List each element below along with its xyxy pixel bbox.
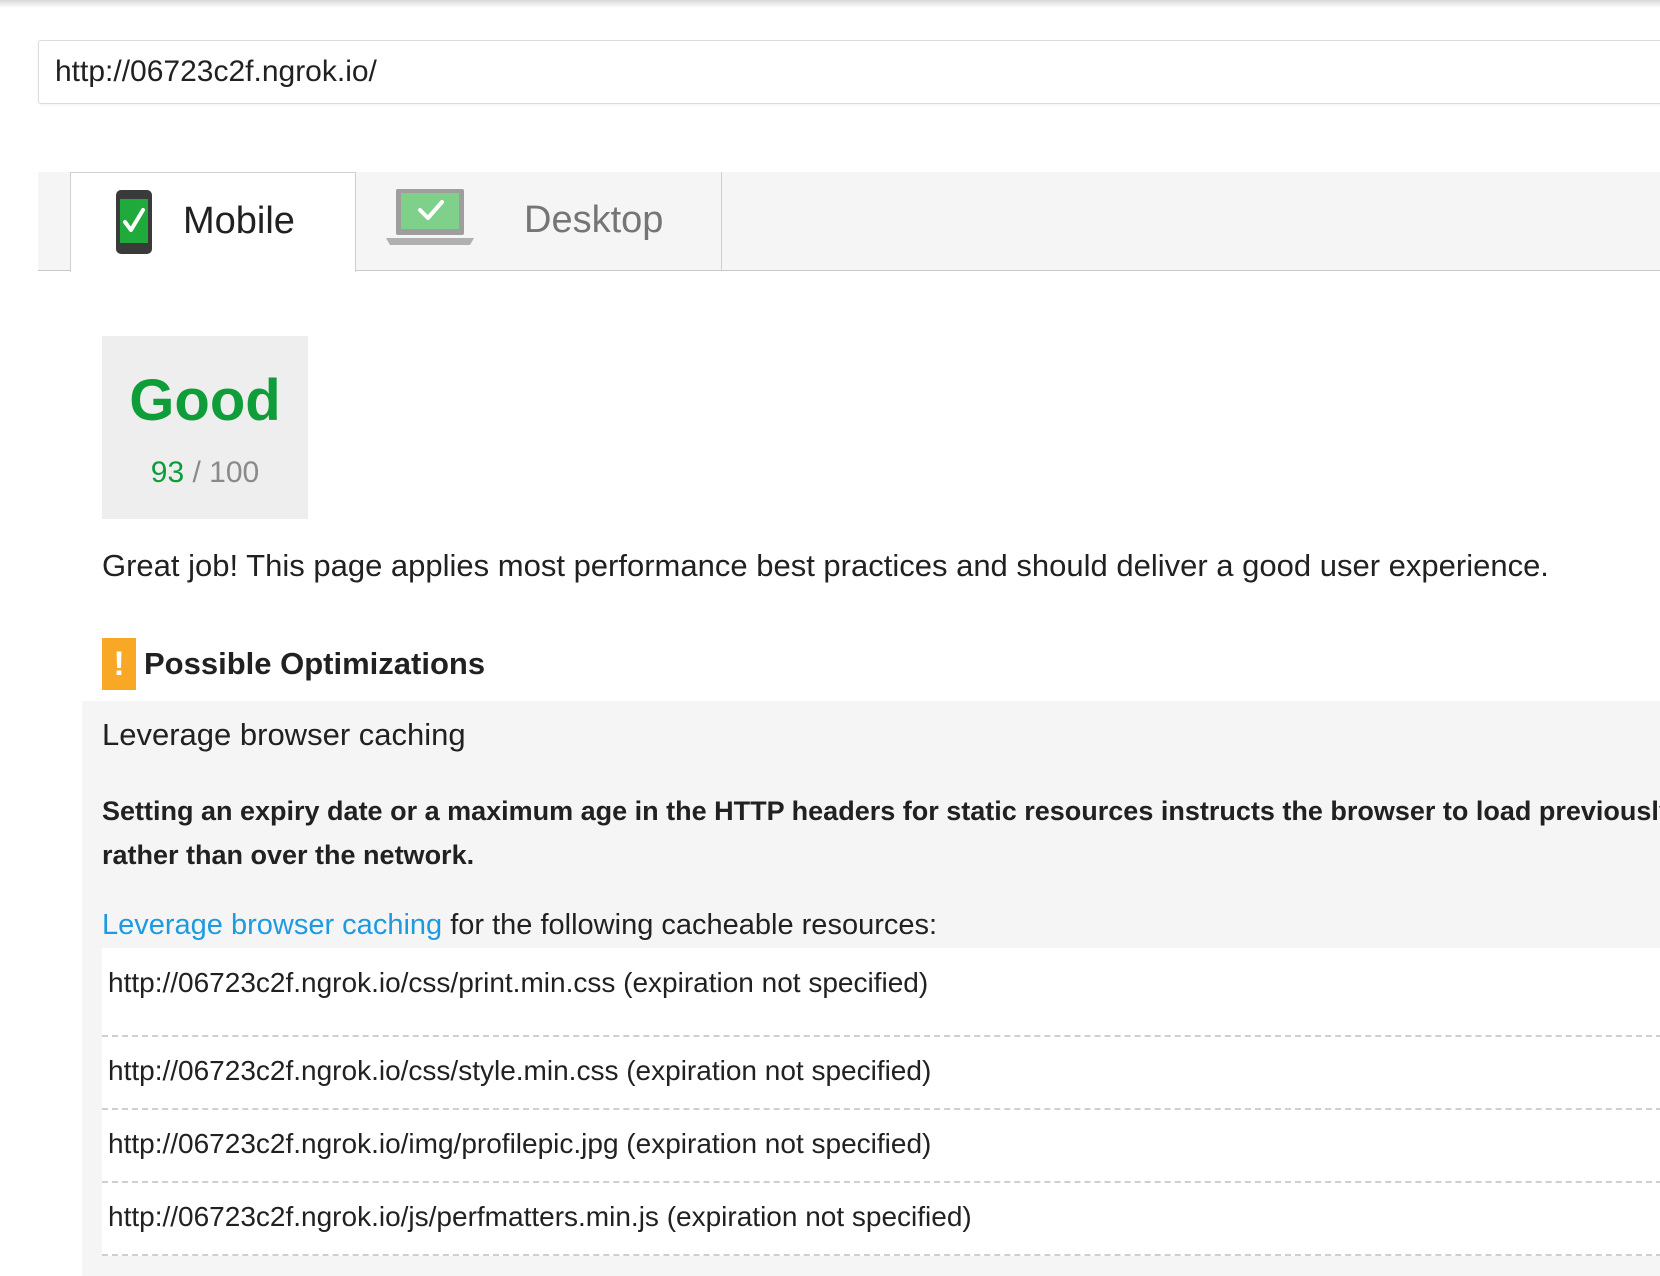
summary-text: Great job! This page applies most perfor… xyxy=(102,548,1549,583)
rule-intro-text: for the following cacheable resources: xyxy=(442,909,938,941)
tab-mobile[interactable]: Mobile xyxy=(70,172,356,272)
rule-panel: Leverage browser caching Setting an expi… xyxy=(82,701,1660,1276)
url-bar xyxy=(38,40,1660,104)
top-shadow xyxy=(0,0,1660,8)
resource-url: http://06723c2f.ngrok.io/css/print.min.c… xyxy=(108,967,929,998)
pagespeed-results-page: Mobile Desktop Good 93 / 100 Great job! … xyxy=(0,0,1660,1276)
list-item: http://06723c2f.ngrok.io/img/profilepic.… xyxy=(102,1110,1660,1183)
rule-description: Setting an expiry date or a maximum age … xyxy=(102,789,1660,877)
score-value: 93 xyxy=(150,456,185,489)
resource-url: http://06723c2f.ngrok.io/css/style.min.c… xyxy=(108,1055,932,1086)
score-separator: / xyxy=(184,456,210,489)
score-line: 93 / 100 xyxy=(102,454,308,492)
optimizations-title: Possible Optimizations xyxy=(144,646,486,681)
rule-title[interactable]: Leverage browser caching xyxy=(102,715,466,755)
tab-desktop[interactable]: Desktop xyxy=(360,172,722,271)
mobile-check-icon xyxy=(116,190,152,254)
resource-list: http://06723c2f.ngrok.io/css/print.min.c… xyxy=(102,948,1660,1256)
score-max: 100 xyxy=(209,456,260,489)
score-card: Good 93 / 100 xyxy=(102,336,308,519)
rule-description-line-2: rather than over the network. xyxy=(102,840,475,870)
url-input[interactable] xyxy=(55,41,1555,103)
desktop-check-icon xyxy=(386,189,474,245)
resource-url: http://06723c2f.ngrok.io/img/profilepic.… xyxy=(108,1128,932,1159)
list-item: http://06723c2f.ngrok.io/css/print.min.c… xyxy=(102,948,1660,1037)
leverage-caching-link[interactable]: Leverage browser caching xyxy=(102,909,442,941)
warning-icon: ! xyxy=(102,638,136,690)
list-item: http://06723c2f.ngrok.io/css/style.min.c… xyxy=(102,1037,1660,1110)
list-item: http://06723c2f.ngrok.io/js/perfmatters.… xyxy=(102,1183,1660,1256)
tab-desktop-label: Desktop xyxy=(524,199,664,241)
rule-description-line-1: Setting an expiry date or a maximum age … xyxy=(102,796,1660,826)
resource-url: http://06723c2f.ngrok.io/js/perfmatters.… xyxy=(108,1201,972,1232)
rule-intro: Leverage browser caching for the followi… xyxy=(102,905,937,945)
device-tabs: Mobile Desktop xyxy=(38,172,1660,272)
score-verdict: Good xyxy=(129,368,281,433)
tab-mobile-label: Mobile xyxy=(183,200,295,242)
